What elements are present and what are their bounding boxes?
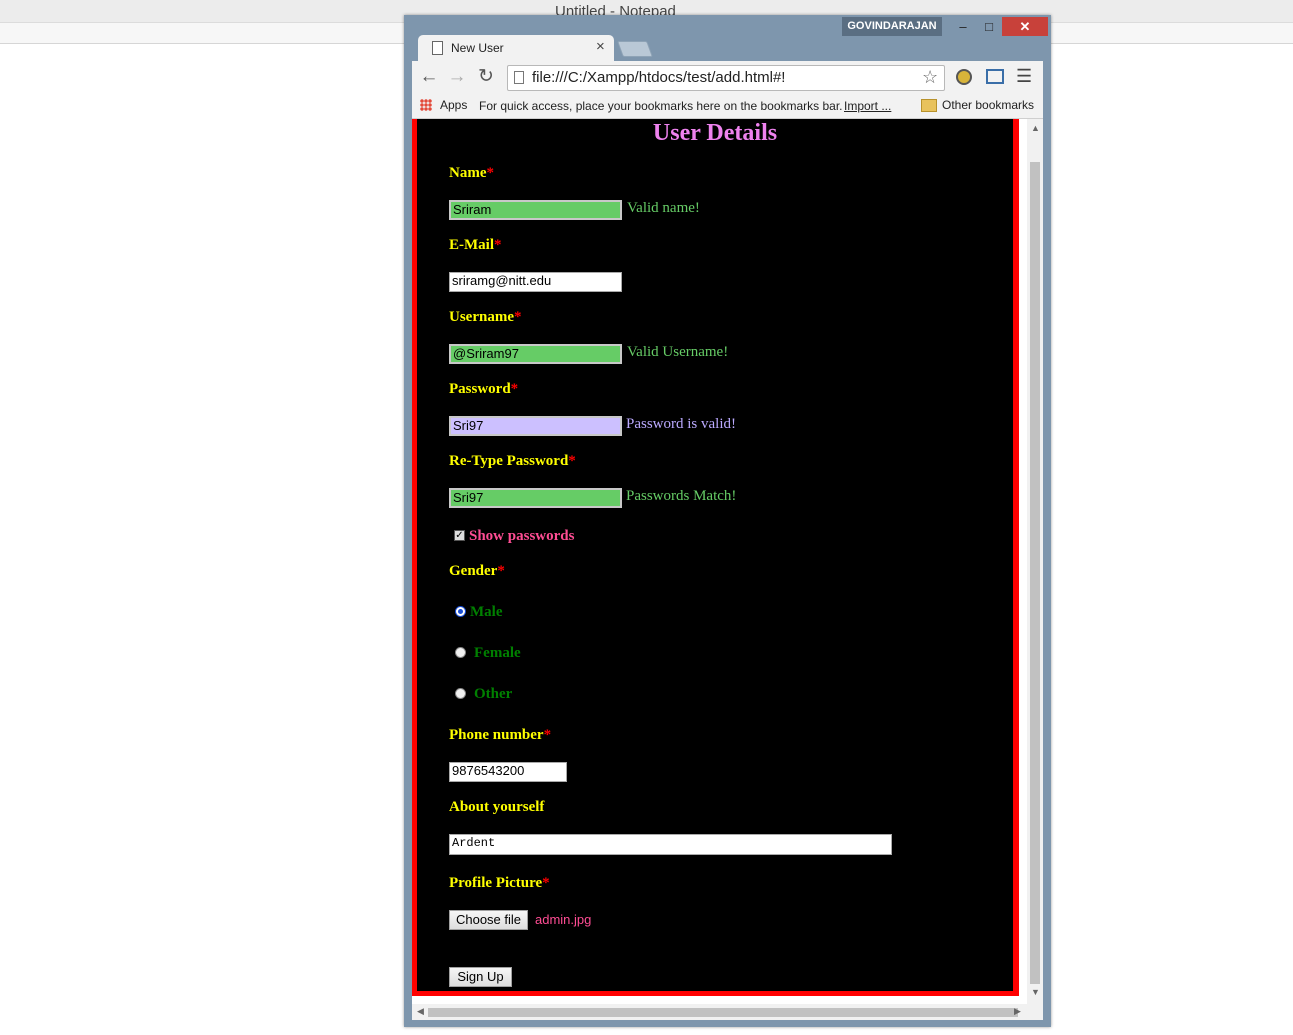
- new-tab-button[interactable]: [617, 41, 653, 57]
- bookmarks-hint: For quick access, place your bookmarks h…: [479, 99, 843, 113]
- minimize-button[interactable]: –: [952, 17, 974, 36]
- menu-icon[interactable]: ☰: [1016, 66, 1032, 87]
- phone-label: Phone number*: [449, 727, 551, 744]
- address-bar[interactable]: file:///C:/Xampp/htdocs/test/add.html#! …: [507, 65, 945, 91]
- url-text: file:///C:/Xampp/htdocs/test/add.html#!: [532, 69, 786, 86]
- page-icon: [432, 41, 443, 55]
- required-mark: *: [494, 237, 502, 253]
- password-label: Password*: [449, 381, 518, 398]
- scroll-up-arrow-icon[interactable]: ▲: [1031, 123, 1040, 133]
- page-title: User Details: [652, 120, 778, 146]
- required-mark: *: [513, 309, 522, 325]
- scrollbar-thumb[interactable]: [1030, 162, 1040, 984]
- gender-other-label[interactable]: Other: [474, 686, 512, 703]
- required-mark: *: [510, 381, 519, 397]
- show-passwords-label[interactable]: Show passwords: [469, 528, 574, 545]
- name-valid-message: Valid name!: [627, 200, 700, 216]
- horizontal-scrollbar[interactable]: ◀ ▶: [412, 1004, 1043, 1020]
- retype-password-input[interactable]: Sri97: [449, 488, 622, 508]
- tab-close-icon[interactable]: ×: [596, 38, 605, 55]
- browser-window: GOVINDARAJAN – □ ✕ New User × ← → ↻ file…: [404, 15, 1051, 1027]
- required-mark: *: [497, 563, 505, 579]
- password-valid-message: Password is valid!: [626, 416, 736, 432]
- scrollbar-thumb[interactable]: [428, 1008, 1018, 1017]
- page-viewport: User Details Name* Sriram Valid name! E-…: [412, 119, 1043, 1004]
- required-mark: *: [543, 727, 552, 743]
- page-icon: [514, 71, 524, 84]
- scroll-down-arrow-icon[interactable]: ▼: [1031, 987, 1040, 997]
- username-valid-message: Valid Username!: [627, 344, 729, 360]
- profile-badge[interactable]: GOVINDARAJAN: [842, 17, 942, 36]
- gender-male-radio[interactable]: [455, 606, 466, 617]
- close-window-button[interactable]: ✕: [1002, 17, 1048, 36]
- username-label-text: Username: [449, 309, 514, 325]
- page-border: User Details Name* Sriram Valid name! E-…: [412, 119, 1019, 996]
- bookmarks-bar: Apps For quick access, place your bookma…: [412, 94, 1043, 119]
- gender-label-text: Gender: [449, 563, 498, 579]
- vertical-scrollbar[interactable]: ▲ ▼: [1027, 119, 1043, 1004]
- cast-icon[interactable]: [986, 69, 1004, 84]
- apps-link[interactable]: Apps: [440, 98, 467, 112]
- password-input[interactable]: Sri97: [449, 416, 622, 436]
- required-mark: *: [568, 453, 576, 469]
- choose-file-button[interactable]: Choose file: [449, 910, 528, 930]
- gender-label: Gender*: [449, 563, 505, 580]
- maximize-button[interactable]: □: [978, 17, 1000, 36]
- show-passwords-checkbox[interactable]: ✓: [454, 530, 465, 541]
- retype-password-label-text: Re-Type Password: [449, 453, 569, 469]
- import-link[interactable]: Import ...: [844, 99, 891, 113]
- selected-file-name: admin.jpg: [535, 912, 592, 927]
- name-input[interactable]: Sriram: [449, 200, 622, 220]
- gender-male-label[interactable]: Male: [470, 604, 502, 621]
- email-input[interactable]: sriramg@nitt.edu: [449, 272, 622, 292]
- browser-toolbar: ← → ↻ file:///C:/Xampp/htdocs/test/add.h…: [412, 61, 1043, 94]
- username-label: Username*: [449, 309, 521, 326]
- reload-icon[interactable]: ↻: [475, 66, 497, 88]
- gender-female-radio[interactable]: [455, 647, 466, 658]
- forward-arrow-icon[interactable]: →: [446, 66, 468, 88]
- sign-up-button[interactable]: Sign Up: [449, 967, 512, 987]
- email-label-text: E-Mail: [449, 237, 494, 253]
- back-arrow-icon[interactable]: ←: [418, 66, 440, 88]
- about-textarea[interactable]: Ardent: [449, 834, 892, 855]
- passwords-match-message: Passwords Match!: [626, 488, 737, 504]
- about-label: About yourself: [449, 799, 545, 815]
- tab-title: New User: [451, 41, 504, 55]
- apps-grid-icon[interactable]: [420, 99, 432, 111]
- extension-icon[interactable]: [956, 69, 972, 85]
- bookmark-star-icon[interactable]: ☆: [922, 67, 938, 88]
- name-label-text: Name: [449, 165, 487, 181]
- gender-female-label[interactable]: Female: [474, 645, 521, 662]
- profile-picture-label: Profile Picture*: [449, 875, 550, 892]
- required-mark: *: [486, 165, 495, 181]
- phone-input[interactable]: 9876543200: [449, 762, 567, 782]
- scroll-right-arrow-icon[interactable]: ▶: [1014, 1006, 1021, 1017]
- password-label-text: Password: [449, 381, 511, 397]
- username-input[interactable]: @Sriram97: [449, 344, 622, 364]
- profile-picture-label-text: Profile Picture: [449, 875, 543, 891]
- required-mark: *: [542, 875, 550, 891]
- user-details-form: User Details Name* Sriram Valid name! E-…: [417, 119, 1013, 991]
- folder-icon: [921, 99, 937, 112]
- name-label: Name*: [449, 165, 494, 182]
- phone-label-text: Phone number: [449, 727, 544, 743]
- tab-new-user[interactable]: New User ×: [418, 35, 614, 61]
- retype-password-label: Re-Type Password*: [449, 453, 576, 470]
- gender-other-radio[interactable]: [455, 688, 466, 699]
- email-label: E-Mail*: [449, 237, 502, 254]
- scroll-left-arrow-icon[interactable]: ◀: [417, 1006, 424, 1017]
- other-bookmarks-link[interactable]: Other bookmarks: [942, 98, 1034, 112]
